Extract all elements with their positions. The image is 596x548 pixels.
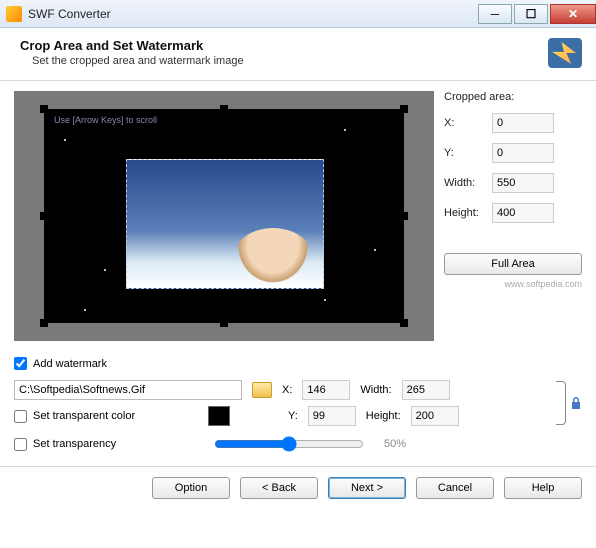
transparency-value: 50% [384, 438, 424, 450]
crop-x-field[interactable] [492, 113, 554, 133]
crop-area-label: Cropped area: [444, 91, 582, 103]
crop-handle-bc[interactable] [220, 319, 228, 327]
wm-y-field[interactable] [308, 406, 356, 426]
page-subtitle: Set the cropped area and watermark image [32, 55, 548, 67]
help-button[interactable]: Help [504, 477, 582, 499]
scroll-hint: Use [Arrow Keys] to scroll [54, 115, 157, 125]
add-watermark-row[interactable]: Add watermark [14, 357, 582, 370]
app-logo-icon [548, 38, 582, 68]
wm-w-label: Width: [360, 384, 391, 396]
lock-icon[interactable] [570, 396, 582, 410]
wm-h-field[interactable] [411, 406, 459, 426]
next-button[interactable]: Next > [328, 477, 406, 499]
crop-handle-ml[interactable] [40, 212, 48, 220]
minimize-button[interactable]: ─ [478, 4, 512, 24]
crop-h-label: Height: [444, 207, 492, 219]
wm-y-label: Y: [288, 410, 298, 422]
crop-h-field[interactable] [492, 203, 554, 223]
transparent-color-row[interactable]: Set transparent color [14, 410, 194, 423]
full-area-button[interactable]: Full Area [444, 253, 582, 275]
wizard-footer: Option < Back Next > Cancel Help [0, 466, 596, 509]
crop-handle-tr[interactable] [400, 105, 408, 113]
transparency-row[interactable]: Set transparency [14, 438, 194, 451]
crop-handle-br[interactable] [400, 319, 408, 327]
crop-w-label: Width: [444, 177, 492, 189]
crop-panel: Cropped area: X: Y: Width: Height: Full … [444, 91, 582, 341]
app-icon [6, 6, 22, 22]
add-watermark-checkbox[interactable] [14, 357, 27, 370]
titlebar: SWF Converter ─ ☐ ✕ [0, 0, 596, 28]
transparent-color-label: Set transparent color [33, 410, 135, 422]
option-button[interactable]: Option [152, 477, 230, 499]
crop-x-label: X: [444, 117, 492, 129]
preview-content [233, 228, 313, 288]
close-button[interactable]: ✕ [550, 4, 596, 24]
wm-x-field[interactable] [302, 380, 350, 400]
transparency-checkbox[interactable] [14, 438, 27, 451]
video-stage[interactable]: Use [Arrow Keys] to scroll [44, 109, 404, 323]
crop-handle-mr[interactable] [400, 212, 408, 220]
crop-preview[interactable]: Use [Arrow Keys] to scroll [14, 91, 434, 341]
watermark-panel: Add watermark X: Width: Set transparent … [0, 349, 596, 466]
crop-selection[interactable] [126, 159, 324, 289]
crop-handle-tc[interactable] [220, 105, 228, 113]
crop-w-field[interactable] [492, 173, 554, 193]
watermark-path-field[interactable] [14, 380, 242, 400]
transparency-label: Set transparency [33, 438, 116, 450]
transparent-color-checkbox[interactable] [14, 410, 27, 423]
crop-handle-tl[interactable] [40, 105, 48, 113]
crop-y-label: Y: [444, 147, 492, 159]
wizard-header: Crop Area and Set Watermark Set the crop… [0, 28, 596, 81]
page-title: Crop Area and Set Watermark [20, 38, 548, 53]
add-watermark-label: Add watermark [33, 358, 107, 370]
wm-w-field[interactable] [402, 380, 450, 400]
back-button[interactable]: < Back [240, 477, 318, 499]
window-title: SWF Converter [28, 7, 476, 21]
browse-folder-icon[interactable] [252, 382, 272, 398]
maximize-button[interactable]: ☐ [514, 4, 548, 24]
site-watermark-text: www.softpedia.com [444, 279, 582, 289]
wm-h-label: Height: [366, 410, 401, 422]
wm-x-label: X: [282, 384, 292, 396]
aspect-bracket [556, 381, 566, 425]
transparency-slider[interactable] [214, 436, 364, 452]
crop-handle-bl[interactable] [40, 319, 48, 327]
cancel-button[interactable]: Cancel [416, 477, 494, 499]
transparent-color-swatch[interactable] [208, 406, 230, 426]
crop-y-field[interactable] [492, 143, 554, 163]
